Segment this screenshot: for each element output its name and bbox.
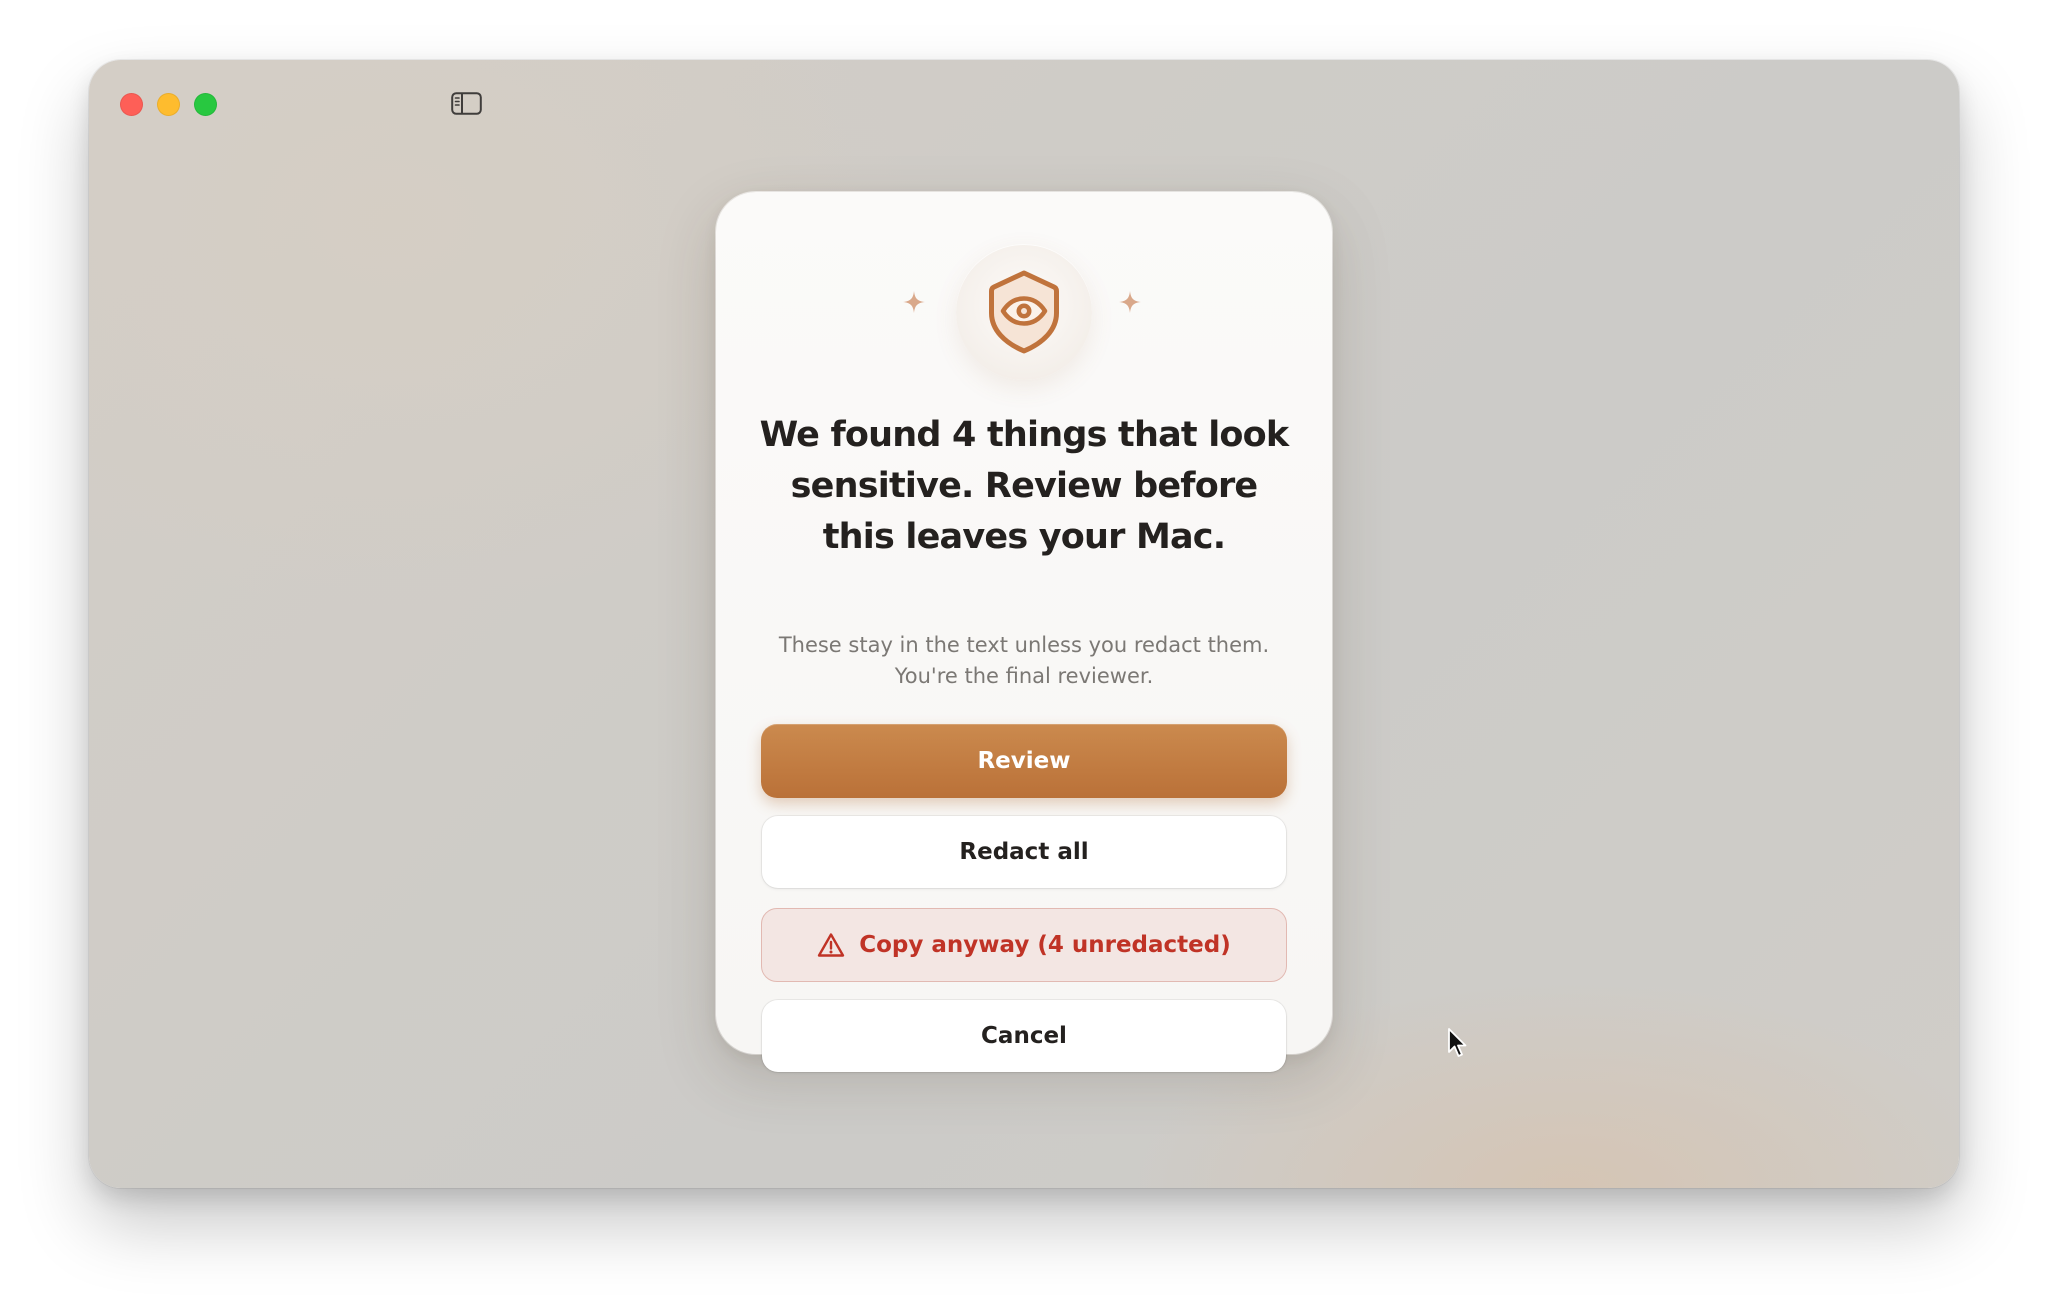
sidebar-toggle-button[interactable] (450, 90, 482, 116)
sparkle-icon (1119, 291, 1141, 313)
subtitle-line-1: These stay in the text unless you redact… (778, 633, 1270, 657)
window-close-button[interactable] (120, 93, 143, 116)
app-window: We found 4 things that look sensitive. R… (89, 60, 1959, 1188)
shield-eye-icon (989, 270, 1059, 354)
redact-all-button-label: Redact all (959, 839, 1089, 865)
window-zoom-button[interactable] (194, 93, 217, 116)
review-button[interactable]: Review (761, 724, 1287, 798)
window-minimize-button[interactable] (157, 93, 180, 116)
copy-anyway-button-label: Copy anyway (4 unredacted) (859, 932, 1231, 958)
sidebar-toggle-icon (450, 91, 482, 115)
subtitle-line-2: You're the final reviewer. (894, 664, 1154, 688)
cancel-button[interactable]: Cancel (762, 1000, 1286, 1072)
sparkle-icon (903, 291, 925, 313)
sensitive-content-dialog: We found 4 things that look sensitive. R… (716, 192, 1332, 1072)
mouse-cursor-icon (1448, 1028, 1467, 1057)
dialog-subtitle: These stay in the text unless you redact… (756, 630, 1292, 692)
cancel-button-label: Cancel (981, 1023, 1067, 1049)
redact-all-button[interactable]: Redact all (762, 816, 1286, 888)
shield-badge (956, 244, 1092, 380)
review-button-label: Review (977, 748, 1071, 774)
copy-anyway-button[interactable]: Copy anyway (4 unredacted) (761, 908, 1287, 982)
dialog-title: We found 4 things that look sensitive. R… (759, 415, 1290, 557)
warning-icon (817, 932, 845, 958)
